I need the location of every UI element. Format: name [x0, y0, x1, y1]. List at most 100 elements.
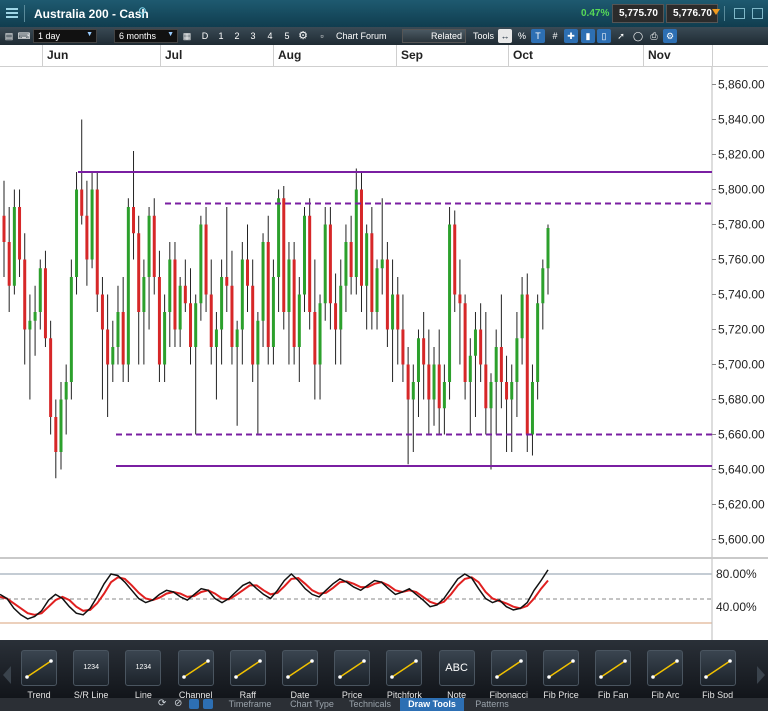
popout-icon[interactable] [734, 8, 745, 19]
keyboard-icon[interactable]: ⌨ [17, 29, 31, 43]
draw-tool-raff[interactable]: Raff [222, 647, 274, 700]
tab-patterns[interactable]: Patterns [466, 698, 518, 711]
candle-body [499, 347, 503, 382]
tab-chart-type[interactable]: Chart Type [284, 698, 340, 711]
oscillator-pane[interactable]: 80.00% 40.00% [0, 557, 768, 640]
period-2-button[interactable]: 2 [230, 29, 244, 43]
layers-icon[interactable] [203, 699, 213, 709]
scroll-left-icon[interactable] [3, 666, 11, 684]
candle-body [427, 364, 431, 400]
draw-tool-pitchfork[interactable]: Pitchfork [378, 647, 430, 700]
candle-body [292, 259, 296, 347]
candle-body [484, 364, 488, 409]
draw-tool-fib-price[interactable]: Fib Price [535, 647, 587, 700]
print-icon[interactable]: ⎙ [647, 29, 661, 43]
price-chart[interactable]: 5,600.00 5,620.00 5,640.00 5,660.00 5,680.00… [0, 67, 768, 557]
candle-body [437, 364, 441, 409]
search-icon[interactable]: ⚲ [138, 5, 147, 19]
bar-icon[interactable]: ▯ [597, 29, 611, 43]
month-label: Nov [648, 48, 671, 62]
candle-body [380, 259, 384, 269]
settings-icon[interactable]: ⚙ [663, 29, 677, 43]
draw-tool-fib-fan[interactable]: Fib Fan [587, 647, 639, 700]
candle-body [69, 277, 73, 382]
list-icon[interactable]: ▤ [2, 29, 16, 43]
candle-body [194, 303, 198, 347]
interval-select[interactable]: 1 day ▼ [33, 29, 97, 43]
y-tick-label: 5,600.00 [718, 533, 765, 547]
candle-body [536, 303, 540, 382]
candle-body [266, 242, 270, 347]
candle-body [100, 294, 104, 330]
eraser-icon[interactable]: ◯ [631, 29, 645, 43]
draw-tool-fib-spd[interactable]: Fib Spd [692, 647, 744, 700]
period-4-button[interactable]: 4 [263, 29, 277, 43]
month-divider [643, 45, 644, 67]
draw-tool-channel[interactable]: Channel [170, 647, 222, 700]
scroll-right-icon[interactable] [757, 666, 765, 684]
draw-tool-date[interactable]: Date [274, 647, 326, 700]
tab-timeframe[interactable]: Timeframe [222, 698, 278, 711]
month-label: Oct [513, 48, 534, 62]
maximize-icon[interactable] [752, 8, 763, 19]
related-button[interactable]: Related [402, 29, 466, 43]
candle-body [235, 329, 239, 347]
candle-icon[interactable]: ▮ [581, 29, 595, 43]
ask-box[interactable]: 5,776.70 [666, 4, 718, 23]
tab-draw-tools[interactable]: Draw Tools [400, 698, 464, 711]
no-entry-icon[interactable]: ⊘ [174, 698, 182, 709]
candle-body [282, 198, 286, 312]
candle-body [246, 259, 250, 286]
draw-tool-note[interactable]: ABC Note [431, 647, 483, 700]
candle-body [473, 329, 477, 356]
draw-tool-trend[interactable]: Trend [13, 647, 65, 700]
menu-icon[interactable] [6, 8, 18, 10]
pencil-icon[interactable] [189, 699, 199, 709]
candle-body [328, 224, 332, 304]
month-label: Aug [278, 48, 302, 62]
chart-toolbar: ▤ ⌨ 1 day ▼ 6 months ▼ ▦ D 1 2 3 4 5 ⚙ ▫… [0, 27, 768, 45]
settings-gear-icon[interactable]: ⚙ [296, 29, 310, 43]
candle-body [365, 233, 369, 286]
tab-technicals[interactable]: Technicals [344, 698, 396, 711]
candle-body [38, 268, 42, 312]
draw-tool-line[interactable]: 1234 Line [117, 647, 169, 700]
calendar-icon[interactable]: ▦ [180, 29, 194, 43]
refresh-icon[interactable]: ⟳ [158, 698, 166, 709]
candle-body [530, 382, 534, 435]
period-5-button[interactable]: 5 [280, 29, 294, 43]
candle-body [505, 382, 509, 400]
draw-line-icon[interactable]: ➚ [614, 29, 628, 43]
candle-body [152, 215, 156, 277]
draw-tool-s-r-line[interactable]: 1234 S/R Line [65, 647, 117, 700]
candle-body [479, 329, 483, 365]
draw-tool-price[interactable]: Price [326, 647, 378, 700]
range-select[interactable]: 6 months ▼ [114, 29, 178, 43]
period-1-button[interactable]: 1 [214, 29, 228, 43]
price-chart-svg[interactable]: 5,600.00 5,620.00 5,640.00 5,660.00 5,680.00… [0, 67, 768, 557]
candle-body [318, 303, 322, 365]
bid-box[interactable]: 5,775.70 [612, 4, 664, 23]
period-3-button[interactable]: 3 [246, 29, 260, 43]
draw-tool-fib-arc[interactable]: Fib Arc [639, 647, 691, 700]
draw-tool-fibonacci[interactable]: Fibonacci [483, 647, 535, 700]
grid-icon[interactable]: # [548, 29, 562, 43]
oscillator-svg[interactable]: 80.00% 40.00% [0, 559, 768, 640]
cursor-icon[interactable]: ↔ [498, 29, 512, 43]
candle-body [189, 303, 193, 347]
candle-body [375, 268, 379, 312]
candle-body [510, 382, 514, 400]
candle-body [230, 285, 234, 347]
candle-body [489, 382, 493, 409]
candle-body [142, 277, 146, 312]
osc-label-40: 40.00% [716, 600, 757, 614]
crosshair-icon[interactable]: ✚ [564, 29, 578, 43]
chat-icon[interactable]: ▫ [315, 29, 329, 43]
percent-button[interactable]: % [515, 29, 529, 43]
chart-forum-button[interactable]: Chart Forum [336, 29, 387, 43]
y-tick-label: 5,840.00 [718, 113, 765, 127]
candle-body [541, 268, 545, 304]
candle-body [406, 364, 410, 400]
text-tool-icon[interactable]: T [531, 29, 545, 43]
period-d-button[interactable]: D [198, 29, 212, 43]
